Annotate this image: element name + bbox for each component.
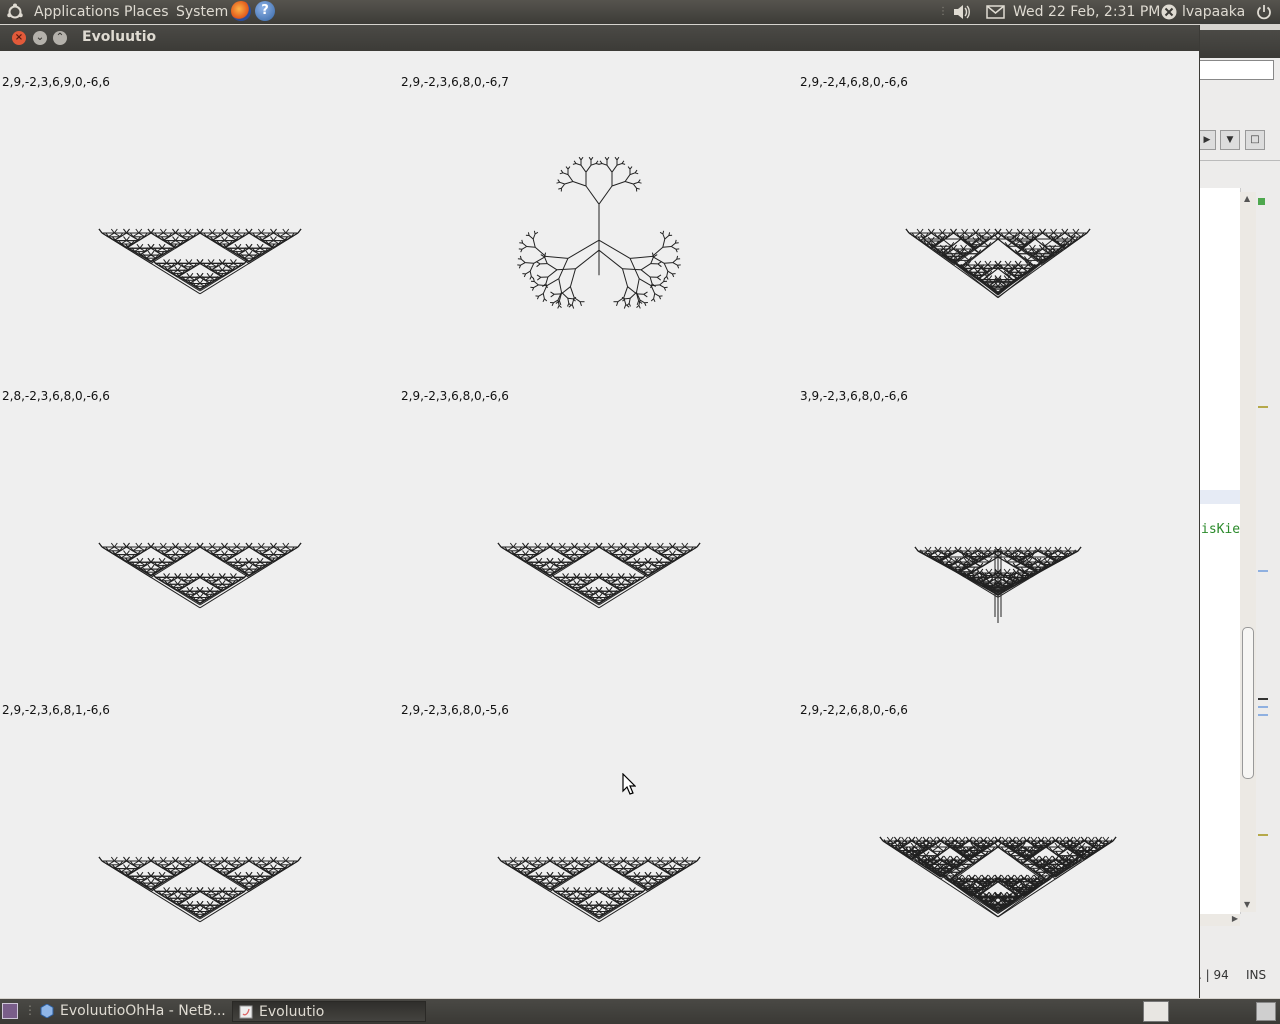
tray-applet-icon[interactable] [1143, 1001, 1169, 1022]
user-status-icon[interactable] [1160, 3, 1178, 26]
fractal-lace-drawing[interactable] [491, 535, 707, 655]
play-icon[interactable]: ▶ [1198, 130, 1216, 150]
editor-scrollbar[interactable]: ▲ ▼ [1240, 192, 1256, 912]
fractal-grid[interactable]: 2,9,-2,3,6,9,0,-6,6 2,9,-2,3,6,8,0,-6,7 2,… [0, 51, 1199, 998]
fractal-lace-drawing[interactable] [899, 221, 1097, 333]
error-stripe-mark [1258, 698, 1268, 700]
error-stripe-mark [1258, 706, 1268, 708]
task-label: EvoluutioOhHa - NetB... [60, 1003, 226, 1019]
status-position: . | 94 [1198, 968, 1229, 982]
task-label: Evoluutio [259, 1004, 325, 1020]
cell-parameter-label: 2,9,-2,3,6,9,0,-6,6 [2, 75, 110, 89]
power-icon[interactable] [1255, 3, 1273, 26]
dropdown-icon[interactable]: ▼ [1220, 130, 1240, 150]
error-stripe-mark [1258, 714, 1268, 716]
fractal-lace-drawing[interactable] [873, 829, 1123, 984]
status-insert-mode: INS [1246, 968, 1267, 982]
help-icon[interactable]: ? [255, 1, 275, 21]
netbeans-icon [40, 1003, 54, 1019]
evoluutio-window: × ⌄ ⌃ Evoluutio 2,9,-2,3,6,9,0,-6,6 2,9,-… [0, 25, 1200, 998]
ubuntu-logo-icon[interactable] [6, 3, 24, 26]
cell-parameter-label: 2,8,-2,3,6,8,0,-6,6 [2, 389, 110, 403]
cell-parameter-label: 2,9,-2,3,6,8,0,-6,6 [401, 389, 509, 403]
netbeans-search-input[interactable] [1198, 60, 1274, 80]
fractal-lace-drawing[interactable] [908, 539, 1088, 637]
firefox-icon[interactable] [231, 1, 251, 21]
cell-parameter-label: 2,9,-2,3,6,8,0,-5,6 [401, 703, 509, 717]
error-stripe-mark [1258, 570, 1268, 572]
error-stripe-ok-icon [1258, 198, 1265, 205]
fractal-lace-drawing[interactable] [92, 221, 308, 341]
fractal-tree-drawing[interactable] [429, 131, 769, 341]
bottom-taskbar: ⋮ EvoluutioOhHa - NetB... Evoluutio [0, 999, 1280, 1024]
task-netbeans[interactable]: EvoluutioOhHa - NetB... [34, 1001, 226, 1022]
scroll-up-icon[interactable]: ▲ [1244, 194, 1250, 203]
cell-parameter-label: 2,9,-2,3,6,8,1,-6,6 [2, 703, 110, 717]
mail-icon[interactable] [986, 3, 1006, 26]
panel-handle-icon: ⋮ [938, 6, 948, 17]
restore-icon[interactable]: □ [1245, 130, 1265, 150]
top-panel: Applications Places System ? ⋮ Wed 22 Fe… [0, 0, 1280, 24]
cell-parameter-label: 3,9,-2,3,6,8,0,-6,6 [800, 389, 908, 403]
window-title: Evoluutio [82, 29, 157, 45]
mouse-cursor-icon [622, 772, 637, 799]
minimize-icon[interactable]: ⌄ [33, 31, 47, 45]
maximize-icon[interactable]: ⌃ [53, 31, 67, 45]
error-stripe-mark [1258, 834, 1268, 836]
clock[interactable]: Wed 22 Feb, 2:31 PM [1013, 3, 1160, 21]
editor-pane[interactable] [1198, 188, 1241, 914]
fractal-lace-drawing[interactable] [92, 849, 308, 969]
fractal-lace-drawing[interactable] [92, 535, 308, 655]
horizontal-scrollbar[interactable]: ▶ [1198, 914, 1240, 926]
close-icon[interactable]: × [12, 31, 26, 45]
cell-parameter-label: 2,9,-2,4,6,8,0,-6,6 [800, 75, 908, 89]
fractal-lace-drawing[interactable] [491, 849, 707, 969]
menu-places[interactable]: Places [124, 3, 169, 21]
scroll-down-icon[interactable]: ▼ [1244, 900, 1250, 909]
netbeans-window-fragment: ▶ ▼ □ isKie ▲ ▼ ▶ . | 94 INS [1198, 30, 1280, 998]
window-titlebar[interactable]: × ⌄ ⌃ Evoluutio [0, 25, 1199, 51]
java-app-icon [239, 1005, 253, 1019]
scroll-right-icon[interactable]: ▶ [1232, 914, 1238, 923]
user-name[interactable]: lvapaaka [1182, 3, 1245, 21]
cell-parameter-label: 2,9,-2,2,6,8,0,-6,6 [800, 703, 908, 717]
scrollbar-thumb[interactable] [1242, 627, 1254, 779]
netbeans-titlebar [1198, 30, 1280, 58]
show-desktop-icon[interactable] [2, 1003, 18, 1019]
error-stripe-mark [1258, 406, 1268, 408]
task-evoluutio[interactable]: Evoluutio [232, 1001, 426, 1022]
trash-icon[interactable] [1256, 1002, 1276, 1021]
cell-parameter-label: 2,9,-2,3,6,8,0,-6,7 [401, 75, 509, 89]
editor-current-line [1198, 490, 1240, 504]
editor-code-fragment: isKie [1201, 522, 1241, 537]
divider [1198, 160, 1280, 161]
menu-applications[interactable]: Applications [34, 3, 120, 21]
menu-system[interactable]: System [176, 3, 228, 21]
volume-icon[interactable] [952, 3, 972, 26]
